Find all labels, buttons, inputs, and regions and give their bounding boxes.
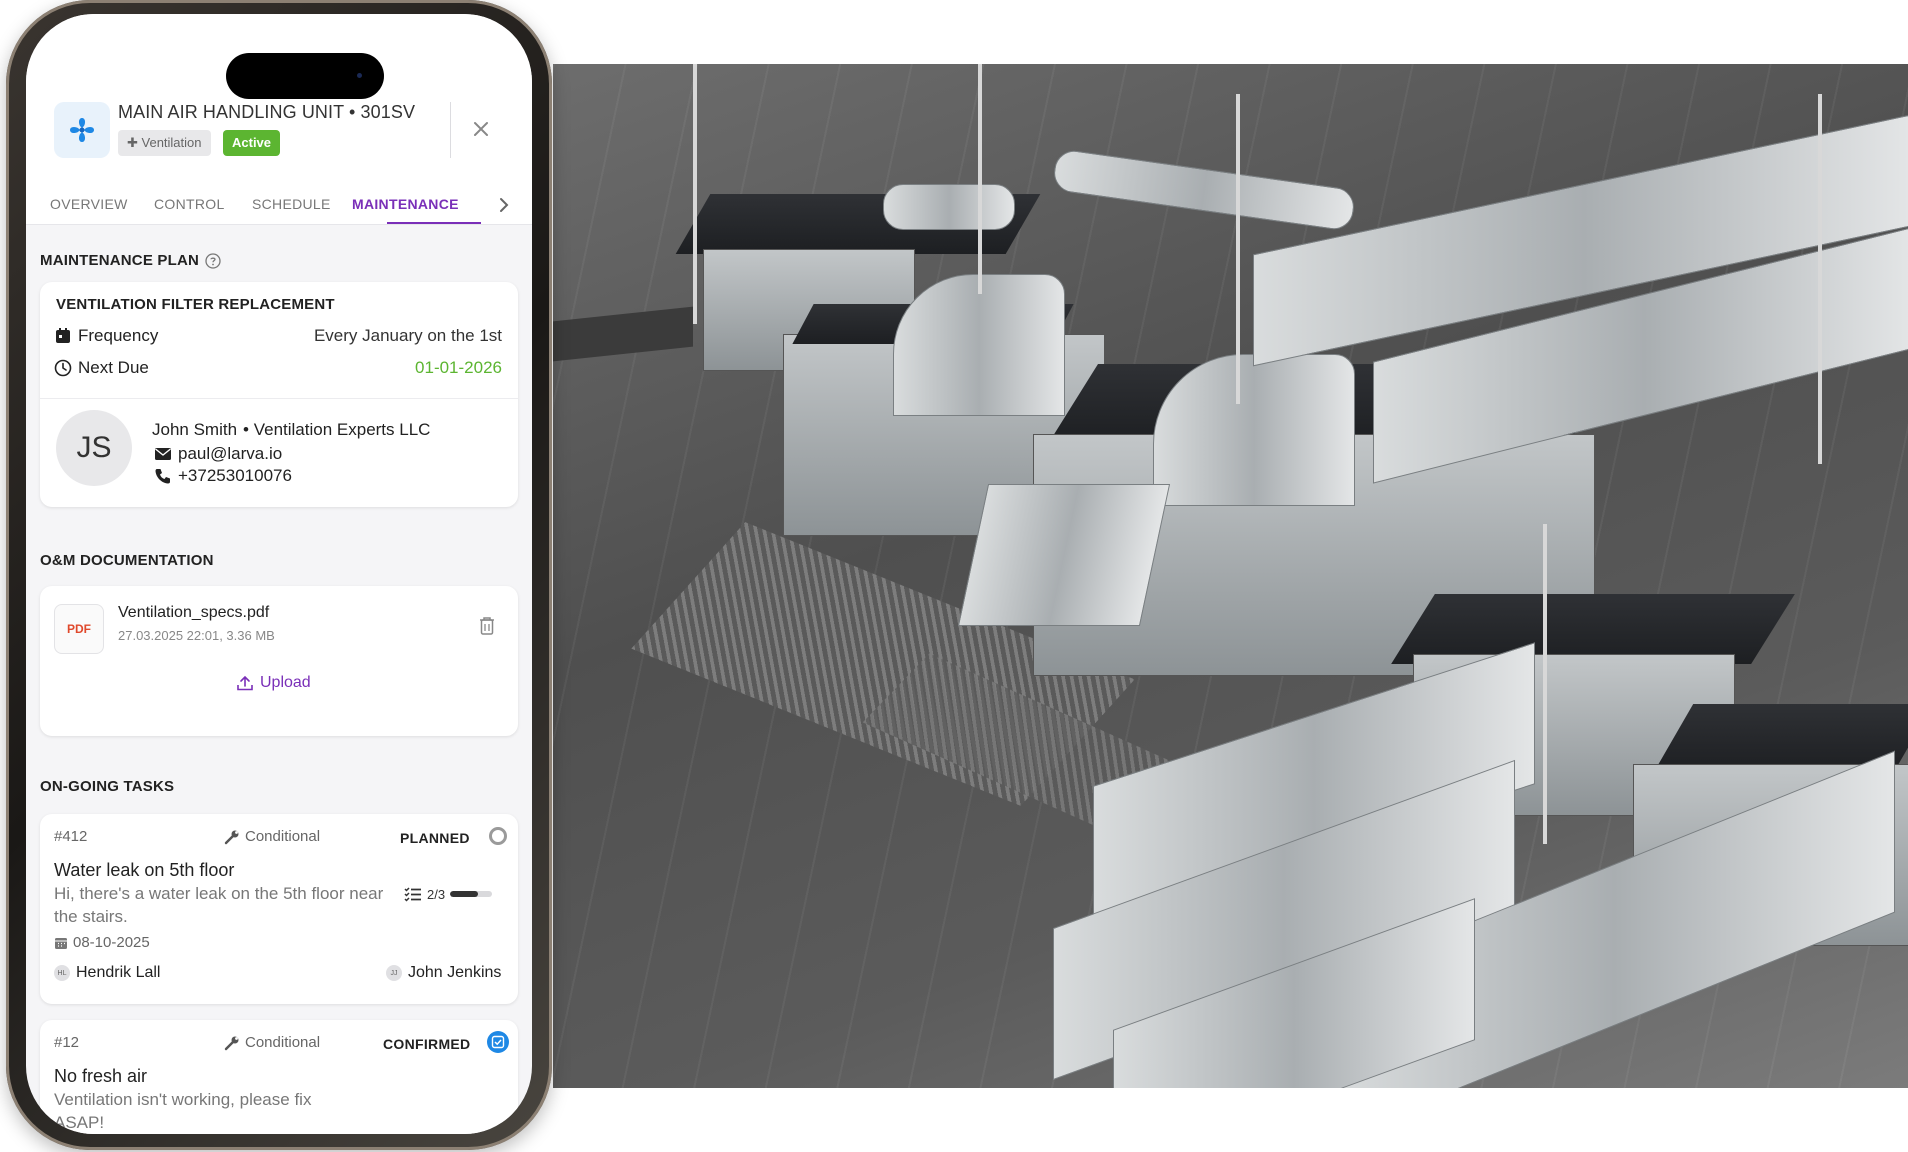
documentation-heading: O&M DOCUMENTATION (40, 552, 214, 569)
avatar: JJ (386, 965, 402, 981)
confirmed-status-icon (487, 1031, 509, 1053)
task-description: Ventilation isn't working, please fix AS… (54, 1090, 312, 1132)
avatar: HL (54, 965, 70, 981)
asset-header: MAIN AIR HANDLING UNIT • 301SV ✚ Ventila… (26, 14, 532, 225)
dynamic-island (226, 53, 384, 99)
task-status: CONFIRMED (383, 1036, 471, 1052)
help-circle-icon[interactable] (205, 252, 221, 269)
tab-bar: OVERVIEW CONTROL SCHEDULE MAINTENANCE (26, 186, 532, 224)
pdf-file-icon: PDF (54, 604, 104, 654)
checklist-progress-fill (450, 891, 478, 897)
documentation-card: PDF Ventilation_specs.pdf 27.03.2025 22:… (40, 586, 518, 736)
file-meta: 27.03.2025 22:01, 3.36 MB (118, 628, 275, 643)
tab-maintenance[interactable]: MAINTENANCE (352, 196, 459, 212)
task-reporter: HL Hendrik Lall (54, 964, 160, 982)
phone-screen: MAIN AIR HANDLING UNIT • 301SV ✚ Ventila… (26, 14, 532, 1134)
duct-hood (1153, 354, 1355, 506)
trash-icon[interactable] (478, 616, 496, 636)
contact-email[interactable]: paul@larva.io (178, 444, 282, 464)
maintenance-plan-card[interactable]: VENTILATION FILTER REPLACEMENT Frequency… (40, 282, 518, 507)
contact-phone-line[interactable]: +37253010076 (154, 466, 292, 486)
task-id: #12 (54, 1034, 80, 1051)
contact-email-line[interactable]: paul@larva.io (154, 444, 282, 464)
contact-name-line: John Smith • Ventilation Experts LLC (152, 420, 430, 440)
wrench-icon (224, 1036, 239, 1050)
phone-icon (155, 469, 170, 484)
status-badge: Active (223, 130, 281, 156)
maintenance-plan-heading: MAINTENANCE PLAN (40, 252, 221, 269)
task-description: Hi, there's a water leak on the 5th floo… (54, 884, 384, 926)
clock-icon (54, 359, 72, 377)
envelope-icon (155, 448, 171, 460)
planned-status-icon (489, 827, 507, 845)
task-card[interactable]: #412 Conditional PLANNED Water leak on 5… (40, 814, 518, 1004)
wrench-icon (224, 830, 239, 844)
rooftop-hvac-photo (553, 64, 1908, 1088)
task-date: 08-10-2025 (54, 934, 150, 951)
phone-frame: MAIN AIR HANDLING UNIT • 301SV ✚ Ventila… (6, 0, 552, 1150)
tasks-heading: ON-GOING TASKS (40, 778, 175, 795)
upload-label: Upload (260, 674, 311, 691)
contact-phone[interactable]: +37253010076 (178, 466, 292, 486)
contact-name: John Smith (152, 420, 238, 439)
next-due-label: Next Due (54, 358, 149, 378)
calendar-icon (55, 937, 67, 949)
next-due-value: 01-01-2026 (415, 358, 502, 377)
task-id: #412 (54, 828, 88, 845)
checklist-icon (404, 887, 421, 902)
avatar: JS (56, 410, 132, 486)
task-title: No fresh air (54, 1066, 148, 1086)
checklist-progress-bar (450, 891, 493, 897)
calendar-icon (56, 328, 70, 343)
file-name[interactable]: Ventilation_specs.pdf (118, 604, 269, 622)
upload-icon (237, 675, 253, 691)
category-chip[interactable]: ✚ Ventilation (118, 130, 211, 156)
tab-overview[interactable]: OVERVIEW (50, 196, 128, 212)
close-icon[interactable] (468, 116, 494, 142)
plan-name: VENTILATION FILTER REPLACEMENT (56, 296, 335, 313)
checklist-progress: 2/3 (404, 886, 493, 902)
card-divider (40, 398, 518, 399)
active-tab-indicator (387, 222, 481, 224)
asset-title: MAIN AIR HANDLING UNIT • 301SV (118, 102, 416, 122)
frequency-label: Frequency (54, 326, 158, 346)
upload-button[interactable]: Upload (236, 674, 311, 692)
task-assignee: JJ John Jenkins (386, 964, 501, 982)
chevron-right-icon[interactable] (496, 196, 512, 214)
tab-schedule[interactable]: SCHEDULE (252, 196, 331, 212)
task-type: Conditional (224, 1034, 320, 1051)
contact-company: • Ventilation Experts LLC (243, 420, 431, 439)
fan-icon (54, 102, 110, 158)
checklist-count: 2/3 (427, 886, 446, 902)
task-type: Conditional (224, 828, 320, 845)
task-title: Water leak on 5th floor (54, 860, 235, 880)
tab-control[interactable]: CONTROL (154, 196, 225, 212)
frequency-value: Every January on the 1st (313, 326, 502, 345)
task-card[interactable]: #12 Conditional CONFIRMED No fresh air V… (40, 1020, 518, 1134)
header-divider (450, 102, 451, 158)
task-status: PLANNED (400, 830, 470, 846)
